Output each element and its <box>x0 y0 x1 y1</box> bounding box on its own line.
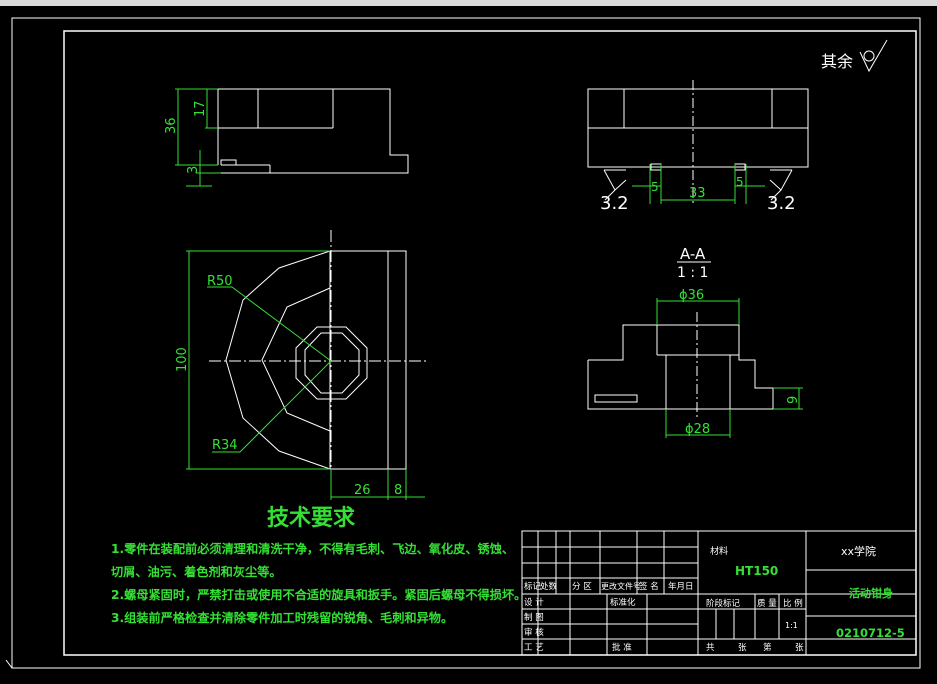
dim-side-gap-right: 5 <box>736 175 744 189</box>
surface-rest-label: 其余 <box>821 52 853 71</box>
dim-section-step: 9 <box>786 396 801 404</box>
tb-total: 共 <box>706 643 715 653</box>
window-top-bar <box>0 0 937 6</box>
tb-sheet-no: 第 <box>763 642 772 653</box>
tb-weight: 质 量 <box>757 598 777 609</box>
tb-row-draw: 制 图 <box>524 612 544 623</box>
tb-material-value: HT150 <box>735 564 778 578</box>
tb-header-mark: 标记 <box>524 581 542 592</box>
section-scale: 1 : 1 <box>677 265 708 281</box>
tb-material-label: 材料 <box>710 545 728 557</box>
tech-req-title: 技术要求 <box>267 506 355 531</box>
tech-req-line-1: 1.零件在装配前必须清理和清洗干净，不得有毛刺、飞边、氧化皮、锈蚀、 <box>111 541 514 556</box>
tb-approve: 批 准 <box>612 642 632 653</box>
tb-scale-label: 比 例 <box>783 598 803 609</box>
tb-header-count: 处数 <box>540 581 558 592</box>
roughness-value-right: 3.2 <box>767 193 796 214</box>
tb-stage-mark: 阶段标记 <box>706 598 741 609</box>
tb-standardize: 标准化 <box>610 597 636 608</box>
tech-req-line-4: 3.组装前严格检查并清除零件加工时残留的锐角、毛刺和异物。 <box>111 610 453 625</box>
tb-sheets: 张 <box>738 643 747 653</box>
tech-req-line-3: 2.螺母紧固时，严禁打击或使用不合适的旋具和扳手。紧固后螺母不得损坏。 <box>111 587 526 602</box>
dim-plan-height: 100 <box>175 347 190 372</box>
tb-drawing-no: 0210712-5 <box>836 626 905 640</box>
dim-section-top-dia: ϕ36 <box>679 288 704 303</box>
dim-plan-width-b: 8 <box>394 483 402 498</box>
dim-section-bottom-dia: ϕ28 <box>685 422 710 437</box>
dim-front-upper: 17 <box>193 100 208 117</box>
tb-scale-value: 1:1 <box>785 621 798 630</box>
dim-plan-width-a: 26 <box>354 483 371 498</box>
section-name: A-A <box>680 245 706 263</box>
tb-header-date: 年月日 <box>668 581 694 592</box>
tb-sheets-2: 张 <box>795 643 804 653</box>
roughness-value-left: 3.2 <box>600 193 629 214</box>
tb-part-name: 活动钳身 <box>849 586 893 600</box>
tb-header-zone: 分 区 <box>572 582 592 592</box>
tb-row-review: 审 核 <box>524 627 544 638</box>
dim-front-lower: 3 <box>186 166 201 174</box>
tech-req-line-2: 切屑、油污、着色剂和灰尘等。 <box>111 564 282 579</box>
tb-row-design: 设 计 <box>524 597 544 608</box>
tb-school: xx学院 <box>841 544 876 558</box>
cad-drawing: 其余 36 17 3 5 33 5 3.2 3.2 R50 R34 100 26… <box>0 0 937 684</box>
dim-plan-radius-inner: R34 <box>212 438 238 453</box>
dim-side-gap-left: 5 <box>651 180 659 194</box>
dim-front-height: 36 <box>164 117 179 134</box>
tb-header-sign: 签 名 <box>639 581 659 592</box>
tb-row-process: 工 艺 <box>524 643 544 653</box>
tb-header-change-doc: 更改文件号 <box>601 581 641 591</box>
dim-plan-radius-outer: R50 <box>207 274 233 289</box>
dim-side-width: 33 <box>689 186 706 201</box>
